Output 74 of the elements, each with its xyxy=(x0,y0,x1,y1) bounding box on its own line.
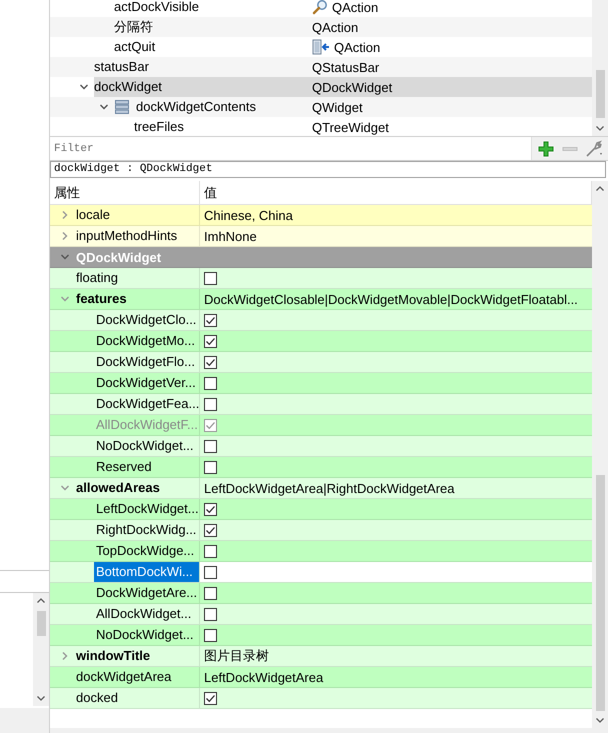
tree-item[interactable]: dockWidget xyxy=(94,77,312,97)
scroll-down-icon[interactable] xyxy=(36,693,46,703)
checkbox[interactable] xyxy=(204,628,217,642)
class-name: QStatusBar xyxy=(312,60,380,74)
scroll-thumb[interactable] xyxy=(596,70,604,118)
property-name[interactable]: DockWidgetFlo... xyxy=(94,352,199,372)
checkbox[interactable] xyxy=(204,608,217,620)
property-name[interactable]: DockWidgetVer... xyxy=(94,373,199,393)
property-name[interactable]: inputMethodHints xyxy=(74,226,199,246)
scroll-thumb[interactable] xyxy=(596,475,604,711)
scrollbar[interactable] xyxy=(33,593,49,706)
property-name[interactable]: NoDockWidget... xyxy=(94,436,199,456)
chevron-right-icon[interactable] xyxy=(60,231,70,241)
checkbox[interactable] xyxy=(204,314,217,326)
wrench-icon[interactable] xyxy=(584,138,604,158)
tree-item[interactable]: treeFiles xyxy=(134,117,312,136)
property-name[interactable]: allowedAreas xyxy=(74,478,199,498)
property-name[interactable]: DockWidgetFea... xyxy=(94,394,200,414)
checkbox[interactable] xyxy=(204,356,217,368)
property-name[interactable]: NoDockWidget... xyxy=(94,625,199,645)
class-name: QAction xyxy=(334,40,380,54)
checkbox[interactable] xyxy=(204,544,217,558)
scroll-down-icon[interactable] xyxy=(595,123,605,133)
property-name[interactable]: dockWidgetArea xyxy=(74,667,199,687)
property-name[interactable]: BottomDockWi... xyxy=(94,562,199,582)
property-name[interactable]: LeftDockWidget... xyxy=(94,499,199,519)
property-value[interactable]: 图片目录树 xyxy=(204,647,269,665)
tree-item[interactable]: actDockVisible xyxy=(114,0,312,17)
property-value[interactable]: Chinese, China xyxy=(204,208,293,222)
scrollbar[interactable] xyxy=(592,0,608,136)
scrollbar[interactable] xyxy=(592,181,608,728)
property-value[interactable]: LeftDockWidgetArea xyxy=(204,670,324,684)
property-name[interactable]: DockWidgetMo... xyxy=(94,331,199,351)
property-name[interactable]: RightDockWidg... xyxy=(94,520,199,540)
checkbox[interactable] xyxy=(204,692,217,704)
property-value[interactable]: ImhNone xyxy=(204,228,257,244)
class-name: QDockWidget xyxy=(312,80,392,94)
checkbox[interactable] xyxy=(204,586,217,600)
class-name: QAction xyxy=(332,0,378,14)
add-icon[interactable] xyxy=(536,138,556,158)
property-value[interactable]: DockWidgetClosable|DockWidgetMovable|DockWidgetFloatabl... xyxy=(204,292,578,306)
checkbox[interactable] xyxy=(204,334,217,348)
chevron-down-icon[interactable] xyxy=(99,102,109,112)
tree-item[interactable]: dockWidgetContents xyxy=(136,97,312,117)
scroll-down-icon[interactable] xyxy=(595,715,605,725)
tree-item[interactable]: actQuit xyxy=(114,37,312,57)
tree-item[interactable]: statusBar xyxy=(94,57,312,77)
property-name[interactable]: locale xyxy=(74,205,199,225)
chevron-down-icon[interactable] xyxy=(79,82,89,92)
checkbox[interactable] xyxy=(204,502,217,516)
property-name[interactable]: features xyxy=(74,289,199,309)
class-name: QTreeWidget xyxy=(312,120,389,134)
chevron-right-icon[interactable] xyxy=(60,651,70,661)
checkbox[interactable] xyxy=(204,566,217,578)
chevron-right-icon[interactable] xyxy=(60,210,70,220)
property-name[interactable]: Reserved xyxy=(94,457,199,477)
class-name: QWidget xyxy=(312,100,363,114)
property-name[interactable]: TopDockWidge... xyxy=(94,541,199,561)
property-name[interactable]: DockWidgetAre... xyxy=(94,583,199,603)
property-name[interactable]: DockWidgetClo... xyxy=(94,310,199,330)
property-name[interactable]: windowTitle xyxy=(74,646,199,666)
column-header[interactable]: 属性 xyxy=(50,181,200,204)
tree-item[interactable]: 分隔符 xyxy=(114,17,312,37)
property-value[interactable]: LeftDockWidgetArea|RightDockWidgetArea xyxy=(204,480,454,496)
checkbox[interactable] xyxy=(204,460,217,474)
checkbox[interactable] xyxy=(204,272,217,284)
scroll-thumb[interactable] xyxy=(36,611,46,636)
property-name[interactable]: AllDockWidget... xyxy=(94,604,199,624)
checkbox[interactable] xyxy=(204,524,217,536)
checkbox[interactable] xyxy=(204,398,217,410)
checkbox[interactable] xyxy=(204,440,217,452)
checkbox[interactable] xyxy=(204,376,217,390)
class-name: QAction xyxy=(312,20,358,34)
object-path-label: dockWidget : QDockWidget xyxy=(50,161,606,178)
